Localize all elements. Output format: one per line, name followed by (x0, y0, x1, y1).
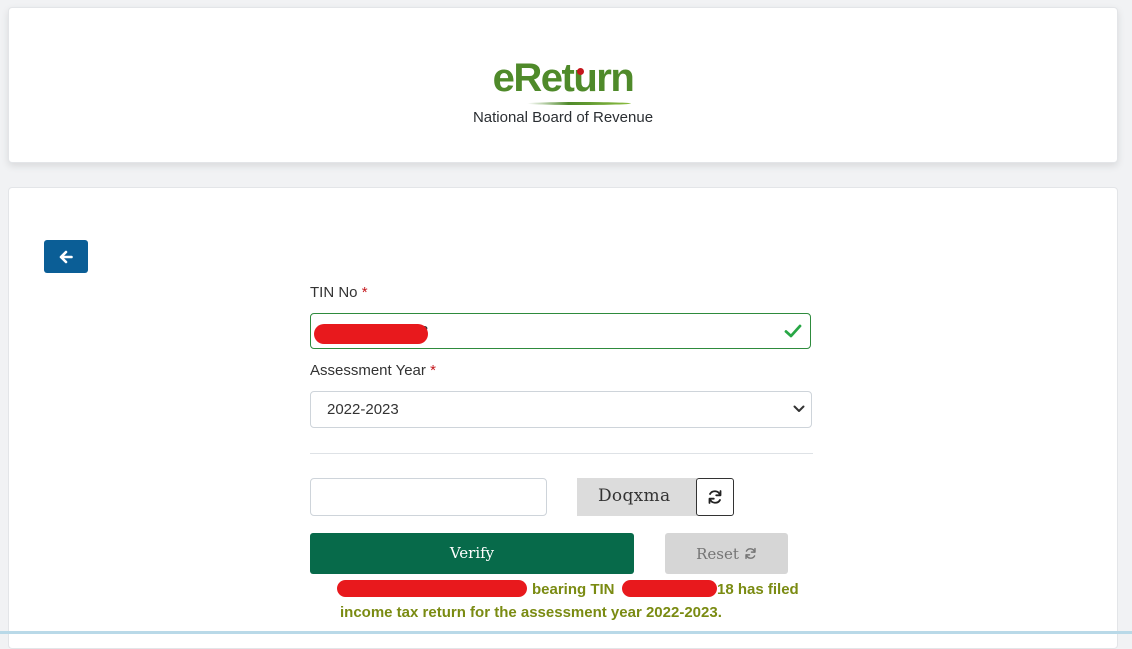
divider (310, 453, 813, 454)
assessment-year-label-text: Assessment Year (310, 362, 426, 379)
header-card: eReturn National Board of Revenue (8, 7, 1118, 163)
redaction-mark (337, 580, 527, 597)
redaction-mark (314, 324, 428, 344)
arrow-left-icon (59, 250, 73, 263)
refresh-icon (745, 547, 756, 560)
organization-name: National Board of Revenue (472, 109, 654, 126)
captcha-input[interactable] (310, 478, 547, 516)
result-line-1-end: 18 has filed (717, 581, 799, 598)
tin-label-text: TIN No (310, 284, 358, 301)
captcha-refresh-button[interactable] (696, 478, 734, 516)
redaction-mark (622, 580, 717, 597)
tin-label: TIN No * (310, 284, 368, 301)
verify-button[interactable]: Verify (310, 533, 634, 574)
check-icon (784, 324, 802, 338)
ereturn-logo: eReturn (9, 58, 1117, 98)
reset-button-label: Reset (696, 544, 739, 563)
logo-dot (577, 68, 584, 75)
assessment-year-value: 2022-2023 (327, 401, 399, 418)
result-line-1: bearing TIN 18 has filed (337, 578, 820, 601)
logo-underline (527, 102, 631, 105)
required-mark: * (430, 362, 436, 379)
back-button[interactable] (44, 240, 88, 273)
result-line-2: income tax return for the assessment yea… (340, 604, 722, 621)
verification-result-message: bearing TIN 18 has filed income tax retu… (337, 578, 820, 624)
assessment-year-select[interactable]: 2022-2023 (310, 391, 812, 428)
result-line-1-mid: bearing TIN (532, 581, 615, 598)
assessment-year-label: Assessment Year * (310, 362, 436, 379)
reset-button[interactable]: Reset (665, 533, 788, 574)
logo-text: eReturn (492, 56, 635, 100)
refresh-icon (708, 490, 722, 504)
tin-input[interactable]: 3 (310, 313, 811, 349)
required-mark: * (361, 284, 368, 301)
captcha-image: Doqxma (577, 478, 697, 516)
chevron-down-icon (793, 405, 805, 412)
